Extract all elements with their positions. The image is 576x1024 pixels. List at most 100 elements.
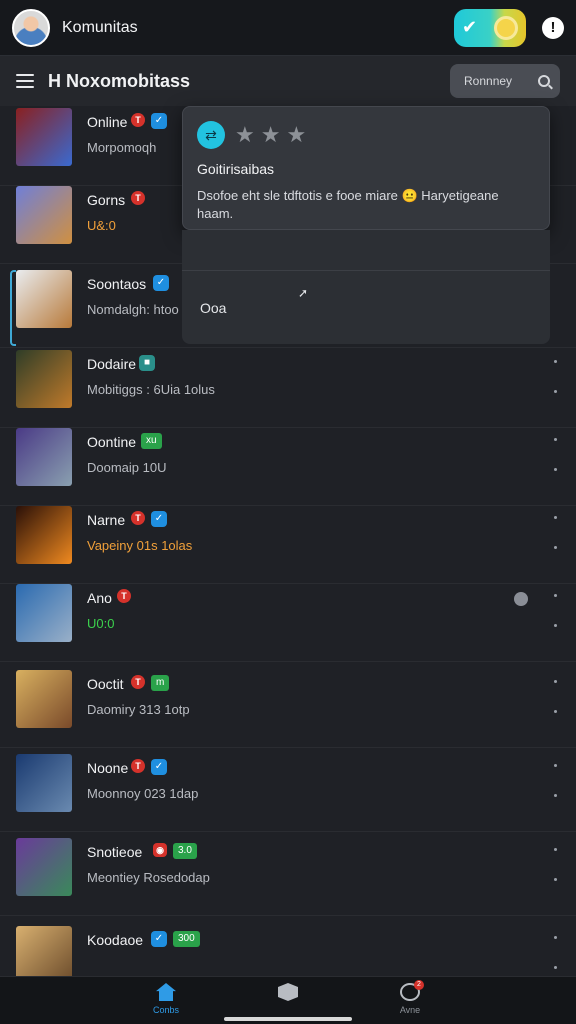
list-item-name: Dodaire [87,356,137,372]
theme-toggle[interactable]: ✔ [454,8,526,47]
chat-badge-icon: ■ [139,355,155,371]
game-thumbnail [16,270,72,328]
app-title: Komunitas [62,18,138,36]
more-options-icon[interactable] [554,848,558,900]
list-item[interactable]: Narne T ✓ Vapeiny 01s 1olas [0,504,576,584]
star-rating[interactable]: ★ ★ ★ [235,122,306,148]
red-badge-icon: T [131,191,145,205]
more-options-icon[interactable] [554,438,558,490]
list-item-name: Gorns [87,192,126,208]
game-thumbnail [16,754,72,812]
game-thumbnail [16,350,72,408]
more-options-icon[interactable] [554,594,558,646]
game-thumbnail [16,838,72,896]
more-options-icon[interactable] [554,936,558,976]
status-badges: Tm [131,675,170,691]
more-options-icon[interactable] [554,516,558,568]
green-badge: m [151,675,170,691]
home-indicator [224,1017,352,1021]
status-badges: T ✓ [131,113,167,129]
list-item[interactable]: Dodaire ■ Mobitiggs : 6Uia 1olus [0,348,576,428]
page-header: H Noxomobitass Ronnney [0,56,576,106]
star-icon[interactable]: ★ [261,122,281,148]
info-icon[interactable]: ! [542,16,564,39]
top-bar: Komunitas ✔ ! [0,0,576,56]
game-thumbnail [16,506,72,564]
green-badge: xu [141,433,162,449]
list-item-name: Online [87,114,128,130]
red-badge-icon: T [131,511,145,525]
popup-lower-panel: ➚ Ooa [182,230,550,344]
green-badge: 300 [173,931,200,947]
red-badge-icon: T [131,675,145,689]
page-title: H Noxomobitass [48,70,191,91]
star-icon[interactable]: ★ [286,122,306,148]
red-badge-icon: T [117,589,131,603]
list-item[interactable]: Ano T U0:0 [0,582,576,662]
cursor-icon: ➚ [298,286,309,300]
notification-badge: 2 [414,980,424,990]
verified-icon: ✓ [151,931,167,947]
list-item-subtitle: U&:0 [87,218,116,233]
search-label: Ronnney [464,74,513,88]
red-badge-icon: T [131,759,145,773]
more-options-icon[interactable] [554,764,558,816]
game-thumbnail [16,670,72,728]
status-badges: T ✓ [131,759,167,775]
list-item-subtitle: Vapeiny 01s 1olas [87,538,193,553]
list-item-subtitle: Mobitiggs : 6Uia 1olus [87,382,215,397]
bottom-nav: Conbs 2 Avne [0,976,576,1024]
game-thumbnail [16,428,72,486]
list-item-name: Koodaoe [87,932,144,948]
popup-title: Goitirisaibas [197,161,275,177]
list-item[interactable]: Koodaoe ✓ 300 [0,924,576,976]
profile-icon: 2 [400,980,424,1001]
list-item[interactable]: Oontine xu Doomaip 10U [0,426,576,506]
list-item-name: Ano [87,590,112,606]
list-item-subtitle: U0:0 [87,616,115,631]
more-options-icon[interactable] [554,360,558,412]
list-item[interactable]: Noone T ✓ Moonnoy 023 1dap [0,752,576,832]
popup-app-icon: ⇄ [197,121,225,149]
status-badges: ✓ [153,275,169,291]
list-item-subtitle: Meontiey Rosedodap [87,870,210,885]
nav-label-home: Conbs [152,1005,179,1015]
nav-item-cube[interactable] [258,983,318,1005]
nav-label-profile: Avne [399,1005,421,1015]
list-item-name: Snotieoe [87,844,143,860]
list-item[interactable]: Snotieoe ◉ 3.0 Meontiey Rosedodap [0,836,576,916]
game-thumbnail [16,186,72,244]
search-icon [538,75,550,87]
status-badges: ◉ 3.0 [153,843,197,859]
game-thumbnail [16,584,72,642]
list-item-subtitle: Doomaip 10U [87,460,167,475]
cube-icon [278,983,298,1001]
verified-icon: ✓ [151,759,167,775]
green-badge: 3.0 [173,843,197,859]
rating-popup[interactable]: ⇄ ★ ★ ★ Goitirisaibas Dsofoe eht sle tdfto… [182,106,550,230]
star-icon[interactable]: ★ [235,122,255,148]
verified-icon: ✓ [153,275,169,291]
nav-item-home[interactable]: Conbs [136,983,196,1015]
popup-body: Dsofoe eht sle tdftotis e fooe miare 😐 H… [197,188,499,221]
nav-item-profile[interactable]: 2 Avne [380,980,440,1015]
red-badge-icon: T [131,113,145,127]
search-input[interactable]: Ronnney [450,64,560,98]
avatar[interactable] [12,8,50,47]
list-item-subtitle: Nomdalgh: htoo [87,302,179,317]
menu-icon[interactable] [16,74,34,88]
chat-icon[interactable] [514,592,528,606]
list-item-name: Ooctit [87,676,124,692]
check-icon: ✔ [462,17,478,37]
list-item-name: Oontine [87,434,137,450]
verified-icon: ✓ [151,511,167,527]
status-badges: T [117,589,131,603]
red-badge-icon: ◉ [153,843,167,857]
game-thumbnail [16,926,72,976]
list-item-subtitle: Daomiry 313 1otp [87,702,190,717]
list-item[interactable]: Ooctit Tm Daomiry 313 1otp [0,668,576,748]
more-options-icon[interactable] [554,680,558,732]
status-badges: T [131,191,145,205]
list-item-subtitle: Moonnoy 023 1dap [87,786,199,801]
popup-divider [182,270,550,271]
